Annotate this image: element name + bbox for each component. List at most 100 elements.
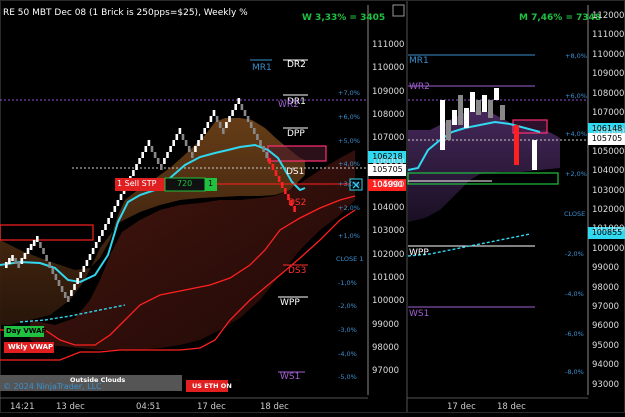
left-resistance-box[interactable] [267,145,327,162]
left-chart-title: RE 50 MBT Dec 08 (1 Brick is 250pps=$25)… [3,8,248,18]
order-qty[interactable]: 720 [177,179,192,188]
left-upper-price-text: 106218 [372,152,403,161]
price-bar [476,100,481,115]
renko-brick [191,152,194,158]
left-price-tick: 98000 [372,342,400,353]
renko-brick [144,146,148,152]
renko-brick [48,262,51,268]
renko-brick [163,158,166,164]
renko-brick [5,262,8,268]
renko-brick [147,140,151,146]
left-level-wpp: WPP [280,298,300,308]
renko-brick [259,140,262,146]
right-pct-label: -4,0% [565,290,584,298]
left-pct-label: +4,0% [338,160,360,168]
left-price-tick: 97000 [372,366,400,377]
renko-brick [116,200,120,206]
renko-brick [82,266,86,272]
right-lower-price-text: 100855 [591,228,623,237]
renko-brick [206,122,210,128]
renko-brick [274,170,278,176]
left-level-mr1: MR1 [252,63,272,73]
renko-brick [36,236,39,242]
renko-brick [57,280,61,286]
renko-brick [160,164,163,170]
left-pct-label: CLOSE 1 [336,255,364,263]
left-pct-label: -3,0% [338,326,357,334]
renko-brick [277,176,281,182]
renko-brick [166,152,169,158]
right-price-tick: 95000 [592,340,620,351]
left-price-tick: 111000 [372,40,405,50]
sell-stop-label[interactable]: 1 Sell STP [117,179,156,188]
renko-brick [200,134,203,140]
renko-brick [231,110,234,116]
renko-brick [135,164,138,170]
renko-brick [39,242,42,248]
renko-brick [20,258,24,264]
us-eth-on-label: US ETH ON [192,382,232,390]
renko-brick [101,230,104,236]
left-pct-label: -5,0% [338,373,357,381]
renko-brick [73,284,76,290]
day-vwap-label: Day VWAP [6,327,47,335]
left-level-dr2: DR2 [287,60,306,70]
left-pct-label: +2,0% [338,204,360,212]
left-time-tick: 18 dec [260,402,289,412]
right-pct-label: +6,0% [565,92,587,100]
right-price-tick: 105000 [592,146,625,157]
left-level-wr2: WR2 [278,100,299,110]
right-price-tick: 112000 [592,11,625,21]
right-level-ws1: WS1 [409,309,430,319]
renko-brick [113,206,117,212]
renko-brick [197,140,200,146]
renko-brick [85,260,89,266]
left-lower-price-text: 104990 [372,180,403,189]
right-level-wpp: WPP [409,248,429,258]
right-price-tick: 109000 [592,69,625,80]
menu-icon[interactable] [392,4,405,17]
right-price-tick: 108000 [592,88,625,99]
price-bar [482,95,487,112]
left-pct-label: +1,0% [338,232,360,240]
renko-brick [67,296,70,302]
renko-brick [17,262,20,268]
right-time-tick: 18 dec [497,402,526,412]
renko-brick [172,140,175,146]
renko-brick [29,244,33,250]
left-time-tick: 13 dec [56,402,85,412]
price-bar [440,100,445,150]
renko-brick [225,122,228,128]
right-price-tick: 97000 [592,302,620,312]
left-level-ds3: DS3 [288,266,307,276]
renko-brick [141,152,144,158]
order-count[interactable]: 1 [208,179,213,188]
right-month-stat: M 7,46% = 7348 [519,13,602,23]
renko-brick [215,116,219,122]
left-pct-label: -1,0% [338,279,357,287]
right-pct-label: -8,0% [565,368,584,376]
renko-brick [42,248,45,254]
renko-brick [218,122,222,128]
left-time-tick: 04:51 [136,402,161,412]
renko-brick [175,134,179,140]
renko-brick [119,194,123,200]
renko-brick [187,146,191,152]
left-time-tick: 14:21 [10,402,35,412]
renko-brick [104,224,107,230]
renko-brick [265,152,268,158]
charts-canvas[interactable] [0,0,625,413]
left-price-tick: 100000 [372,296,405,307]
left-price-tick: 109000 [372,86,405,97]
left-level-ds1: DS1 [286,167,305,177]
right-price-tick: 94000 [592,360,620,371]
right-last-price-text: 105705 [591,134,623,143]
renko-brick [237,98,241,104]
trading-workspace: RE 50 MBT Dec 08 (1 Brick is 250pps=$25)… [0,0,625,413]
price-bar [532,140,537,170]
left-price-tick: 99000 [372,319,400,330]
renko-brick [268,158,272,164]
renko-brick [138,158,141,164]
price-bar [488,100,493,118]
renko-brick [88,254,92,260]
